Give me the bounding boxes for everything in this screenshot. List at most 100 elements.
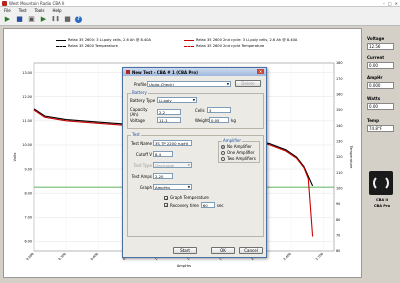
- current-value: 0.00: [367, 62, 394, 69]
- weight-label: Weight: [195, 117, 209, 123]
- amp-option[interactable]: No Amplifier: [221, 144, 252, 149]
- chart-legend: Relax 35 2600: 3 Li-poly cells, 2.6 Ah @…: [54, 38, 304, 56]
- profile-label: Profile: [134, 81, 147, 87]
- current-label: Current: [367, 55, 385, 60]
- capacity-field[interactable]: 2.2: [157, 109, 181, 115]
- weight-unit: kg: [231, 117, 236, 123]
- menu-help[interactable]: Help: [52, 8, 61, 13]
- save-icon[interactable]: ■: [15, 15, 24, 24]
- checkbox-checked-icon[interactable]: ✓: [164, 195, 168, 200]
- y2-axis-label: Temperature: [349, 145, 353, 170]
- device-id: CBA II: [375, 198, 389, 202]
- dialog-title: New Test - CBA # 1 (CBA Pro): [132, 69, 198, 75]
- weight-row: Weight 0.05 kg: [195, 117, 236, 123]
- window-title: West Mountain Radio CBA II: [9, 0, 65, 6]
- new-icon[interactable]: ▣: [27, 15, 36, 24]
- watts-label: Watts: [367, 96, 381, 101]
- ok-button[interactable]: OK: [211, 247, 235, 254]
- test-amps-field[interactable]: 2.20: [153, 173, 173, 179]
- test-type-label: Test Type: [133, 162, 152, 168]
- y-axis-label: Volts: [13, 153, 17, 162]
- minimize-icon[interactable]: –: [383, 1, 385, 6]
- amplifier-group-label: Amplifier: [222, 138, 243, 143]
- y2-tick-label: 100: [336, 187, 342, 191]
- profile-row: Profile (Auto-Check) ▼: [134, 81, 231, 87]
- x-tick-label: 2.700: [315, 252, 324, 261]
- y2-tick-label: 60: [336, 249, 340, 253]
- watts-value: 0.00: [367, 103, 394, 110]
- dialog-icon: [126, 70, 130, 74]
- weight-field[interactable]: 0.05: [209, 117, 229, 123]
- delete-button[interactable]: Delete: [235, 80, 261, 87]
- y-tick-label: 13.00: [22, 71, 32, 75]
- test-type-row: Test Type Discharge ▼: [130, 162, 192, 168]
- capacity-label: Capacity (Ah): [130, 107, 148, 117]
- legend-item: Relax 35 2600 2nd cycle Temperature: [184, 44, 264, 48]
- device-model: CBA Pro: [373, 204, 391, 208]
- open-icon[interactable]: ▶: [3, 15, 12, 24]
- profile-select[interactable]: (Auto-Check) ▼: [147, 81, 231, 87]
- cutoff-label: Cutoff V: [135, 151, 152, 157]
- y-tick-label: 11.00: [22, 119, 32, 123]
- y-tick-label: 10.00: [22, 143, 32, 147]
- stop-icon[interactable]: ■: [63, 15, 72, 24]
- test-group-label: Test: [131, 132, 141, 137]
- temp-value: 74.8°F: [367, 125, 394, 132]
- toolbar: ▶ ■ ▣ ▶ ❚❚ ■ ?: [0, 13, 400, 26]
- play-icon[interactable]: ▶: [39, 15, 48, 24]
- cutoff-field[interactable]: 8.4: [153, 151, 173, 157]
- graph-select[interactable]: AmpHrs ▼: [153, 184, 192, 190]
- pause-icon[interactable]: ❚❚: [51, 15, 60, 24]
- radio-icon[interactable]: [221, 150, 225, 155]
- voltage-row: Voltage 11.1: [130, 117, 181, 123]
- fan-icon: [369, 171, 393, 195]
- test-name-field[interactable]: 3S TP 2200 ruxHI: [153, 140, 192, 146]
- recovery-unit: sec: [216, 202, 224, 208]
- amphr-label: AmpHr: [367, 75, 383, 80]
- y2-tick-label: 80: [336, 218, 340, 222]
- close-icon[interactable]: ✕: [395, 1, 398, 6]
- help-icon[interactable]: ?: [75, 15, 82, 23]
- graph-temp-checkbox[interactable]: ✓ Graph Temperature: [164, 195, 209, 200]
- radio-icon[interactable]: [221, 156, 225, 161]
- radio-selected-icon[interactable]: [221, 144, 225, 149]
- y2-tick-label: 130: [336, 140, 342, 144]
- dialog-titlebar: New Test - CBA # 1 (CBA Pro) ✕: [123, 68, 266, 76]
- menu-tools[interactable]: Tools: [35, 8, 45, 13]
- menu-test[interactable]: Test: [19, 8, 27, 13]
- y-tick-label: 8.00: [24, 191, 32, 195]
- voltage-field[interactable]: 11.1: [157, 117, 181, 123]
- legend-item: Relax 35 2600: 3 Li-poly cells, 2.6 Ah @…: [56, 38, 151, 42]
- capacity-row: Capacity (Ah) 2.2: [130, 107, 181, 117]
- test-name-label: Test Name: [131, 140, 152, 146]
- menu-file[interactable]: File: [4, 8, 11, 13]
- cells-row: Cells 3: [195, 107, 231, 113]
- y2-tick-label: 70: [336, 234, 340, 238]
- x-tick-label: 0.000: [25, 252, 34, 261]
- amphr-value: 0.000: [367, 82, 394, 89]
- voltage-value: 12.56: [367, 43, 394, 50]
- cancel-button[interactable]: Cancel: [239, 247, 263, 254]
- y-tick-label: 9.00: [24, 167, 32, 171]
- amp-option[interactable]: One Amplifier: [221, 150, 254, 155]
- y2-tick-label: 120: [336, 155, 342, 159]
- dialog-close-icon[interactable]: ✕: [257, 69, 264, 74]
- window-titlebar: West Mountain Radio CBA II – □ ✕: [0, 0, 400, 7]
- x-tick-label: 2.400: [283, 252, 292, 261]
- amp-option[interactable]: Two Amplifiers: [221, 156, 256, 161]
- y-tick-label: 12.00: [22, 95, 32, 99]
- recovery-field[interactable]: 60: [200, 202, 215, 208]
- checkbox-checked-icon[interactable]: ✓: [164, 203, 168, 208]
- start-button[interactable]: Start: [173, 247, 197, 254]
- y2-tick-label: 90: [336, 202, 340, 206]
- test-type-select[interactable]: Discharge ▼: [153, 162, 192, 168]
- cells-field[interactable]: 3: [207, 107, 231, 113]
- maximize-icon[interactable]: □: [388, 1, 392, 6]
- battery-type-select[interactable]: Li-poly ▼: [157, 97, 197, 103]
- graph-row: Graph AmpHrs ▼: [130, 184, 192, 190]
- graph-label: Graph: [139, 184, 152, 190]
- x-tick-label: 0.600: [90, 252, 99, 261]
- recovery-row: ✓ Recovery time 60 sec: [164, 202, 224, 208]
- y2-tick-label: 150: [336, 108, 342, 112]
- voltage-label: Voltage: [367, 36, 385, 41]
